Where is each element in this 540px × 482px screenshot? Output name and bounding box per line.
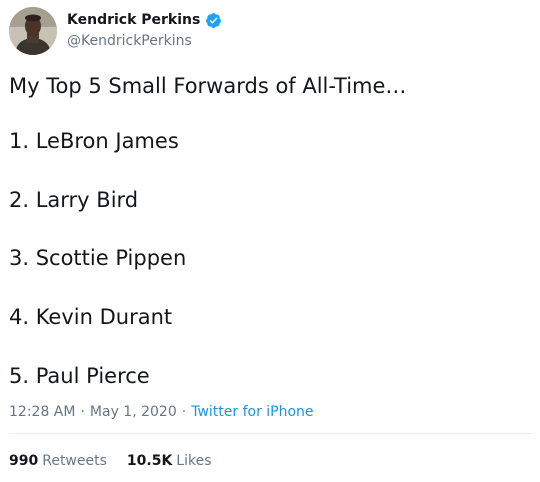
name-row: Kendrick Perkins bbox=[67, 10, 222, 30]
tweet-time[interactable]: 12:28 AM bbox=[9, 404, 75, 420]
likes-count: 10.5K bbox=[126, 453, 173, 469]
avatar-image bbox=[9, 7, 57, 55]
tweet-intro-text: My Top 5 Small Forwards of All-Time… bbox=[9, 74, 407, 98]
likes-label: Likes bbox=[176, 453, 212, 469]
retweets-label: Retweets bbox=[42, 453, 107, 469]
tweet-stats: 990 Retweets 10.5K Likes bbox=[9, 453, 232, 469]
tweet-header: Kendrick Perkins @KendrickPerkins bbox=[9, 7, 529, 59]
verified-badge-icon bbox=[205, 12, 222, 29]
meta-separator: · bbox=[181, 404, 187, 420]
avatar[interactable] bbox=[9, 7, 57, 55]
list-item: 1. LeBron James bbox=[9, 129, 179, 153]
user-handle[interactable]: @KendrickPerkins bbox=[67, 33, 192, 49]
list-item: 4. Kevin Durant bbox=[9, 305, 173, 329]
retweets-count: 990 bbox=[9, 453, 39, 469]
list-item: 3. Scottie Pippen bbox=[9, 246, 187, 270]
likes-stat[interactable]: 10.5K Likes bbox=[127, 453, 212, 469]
divider bbox=[9, 433, 531, 434]
tweet-date[interactable]: May 1, 2020 bbox=[90, 404, 177, 420]
list-item: 2. Larry Bird bbox=[9, 188, 139, 212]
tweet-meta: 12:28 AM · May 1, 2020 · Twitter for iPh… bbox=[9, 404, 314, 420]
retweets-stat[interactable]: 990 Retweets bbox=[9, 453, 107, 469]
tweet-source-link[interactable]: Twitter for iPhone bbox=[191, 404, 313, 420]
meta-separator: · bbox=[80, 404, 85, 420]
list-item: 5. Paul Pierce bbox=[9, 364, 150, 388]
display-name[interactable]: Kendrick Perkins bbox=[67, 12, 200, 28]
